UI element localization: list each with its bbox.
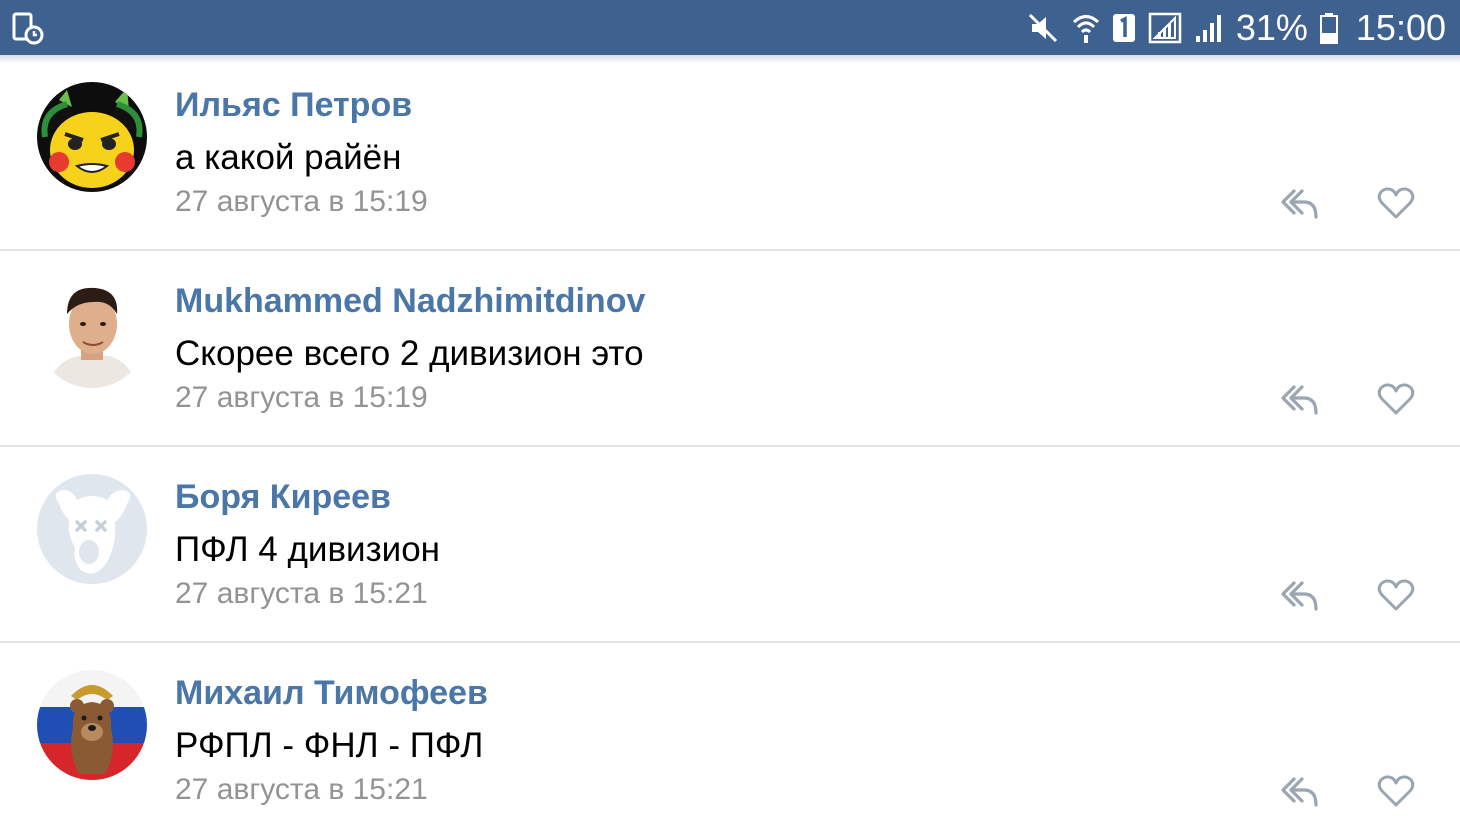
battery-percent: 31% [1235, 6, 1308, 48]
heart-icon[interactable] [1376, 578, 1416, 612]
comment-author[interactable]: Ильяс Петров [175, 86, 412, 125]
comment-item: Михаил Тимофеев РФПЛ - ФНЛ - ПФЛ 27 авгу… [0, 643, 1460, 839]
pikachu-avatar[interactable] [37, 82, 147, 192]
reply-icon[interactable] [1280, 773, 1320, 809]
comment-item: Ильяс Петров а какой райён 27 августа в … [0, 55, 1460, 251]
comment-date: 27 августа в 15:21 [175, 773, 428, 806]
comment-date: 27 августа в 15:19 [175, 381, 428, 414]
mute-icon [1028, 13, 1057, 42]
reply-icon[interactable] [1280, 381, 1320, 417]
heart-icon[interactable] [1376, 382, 1416, 416]
comment-author[interactable]: Михаил Тимофеев [175, 674, 488, 713]
signal-sim2-icon [1195, 14, 1221, 42]
reply-icon[interactable] [1280, 185, 1320, 221]
deactivated-dog-avatar[interactable] [37, 474, 147, 584]
reply-icon[interactable] [1280, 577, 1320, 613]
comment-item: Боря Киреев ПФЛ 4 дивизион 27 августа в … [0, 447, 1460, 643]
comment-text: РФПЛ - ФНЛ - ПФЛ [175, 726, 484, 765]
wifi-icon [1072, 14, 1099, 43]
comment-item: Mukhammed Nadzhimitdinov Скорее всего 2 … [0, 251, 1460, 447]
signal-sim1-icon [1148, 12, 1182, 43]
screenshot-notification-icon [12, 12, 44, 45]
comment-text: а какой райён [175, 138, 402, 177]
comment-date: 27 августа в 15:21 [175, 577, 428, 610]
heart-icon[interactable] [1376, 186, 1416, 220]
comment-author[interactable]: Mukhammed Nadzhimitdinov [175, 282, 645, 321]
comment-date: 27 августа в 15:19 [175, 185, 428, 218]
comment-author[interactable]: Боря Киреев [175, 478, 391, 517]
person-photo-avatar[interactable] [37, 278, 147, 388]
comment-text: ПФЛ 4 дивизион [175, 530, 440, 569]
sim1-icon [1112, 13, 1135, 42]
comment-text: Скорее всего 2 дивизион это [175, 334, 644, 373]
clock: 15:00 [1355, 6, 1446, 48]
bear-flag-avatar[interactable] [37, 670, 147, 780]
battery-icon [1319, 12, 1338, 44]
heart-icon[interactable] [1376, 774, 1416, 808]
status-bar: 31% 15:00 [0, 0, 1460, 55]
